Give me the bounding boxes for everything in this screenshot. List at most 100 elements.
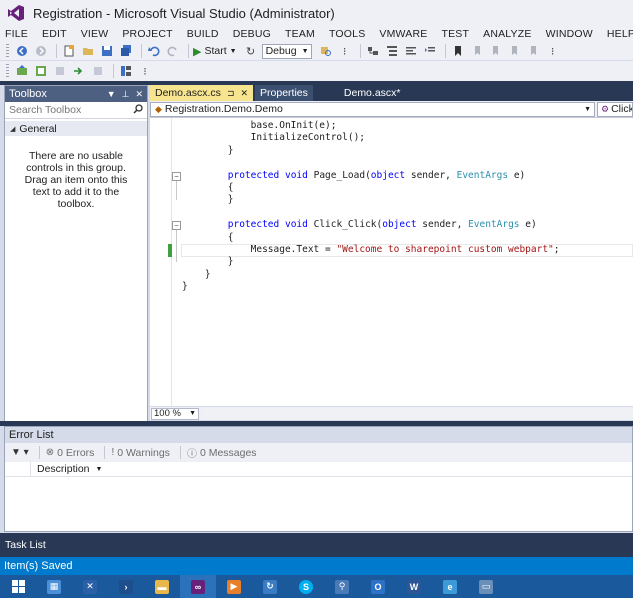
menu-tools[interactable]: TOOLS: [329, 28, 365, 40]
next-bookmark-icon[interactable]: [488, 43, 504, 59]
tab-task-list[interactable]: Task List: [0, 537, 51, 553]
column-description[interactable]: Description ▼: [31, 463, 102, 475]
close-icon[interactable]: ✕: [135, 89, 143, 100]
explorer-folder-icon[interactable]: ▬: [144, 575, 180, 598]
overflow-icon[interactable]: ⁝: [337, 43, 353, 59]
start-windows-icon[interactable]: [0, 575, 36, 598]
code-line[interactable]: Message.Text = "Welcome to sharepoint cu…: [182, 244, 560, 257]
menu-edit[interactable]: EDIT: [42, 28, 67, 40]
code-line[interactable]: {: [182, 232, 234, 245]
menu-project[interactable]: PROJECT: [122, 28, 172, 40]
toolbox-group-general[interactable]: ◢ General: [5, 121, 147, 136]
file-manager-icon[interactable]: ▦: [36, 575, 72, 598]
menu-help[interactable]: HELP: [607, 28, 633, 40]
menu-file[interactable]: FILE: [5, 28, 28, 40]
back-icon[interactable]: [14, 43, 30, 59]
code-line[interactable]: }: [182, 281, 188, 294]
menu-team[interactable]: TEAM: [285, 28, 315, 40]
solution-explorer-icon[interactable]: [365, 43, 381, 59]
step-icon[interactable]: [52, 63, 68, 79]
messages-filter-button[interactable]: ⓘ 0 Messages: [187, 445, 257, 461]
collapse-triangle-icon[interactable]: ◢: [10, 125, 15, 133]
class-view-icon[interactable]: [384, 43, 400, 59]
collapse-region-icon[interactable]: −: [172, 171, 181, 181]
toolbox-header[interactable]: Toolbox ▼ ⊥ ✕: [5, 86, 147, 102]
outlook-icon[interactable]: O: [360, 575, 396, 598]
word-icon[interactable]: W: [396, 575, 432, 598]
code-line[interactable]: InitializeControl();: [182, 132, 365, 145]
menu-vmware[interactable]: VMWARE: [379, 28, 427, 40]
run-icon[interactable]: [71, 63, 87, 79]
menu-test[interactable]: TEST: [441, 28, 469, 40]
errors-filter-button[interactable]: ⊗ 0 Errors: [46, 447, 95, 459]
refresh-icon[interactable]: ↻: [243, 43, 259, 59]
save-icon[interactable]: [99, 43, 115, 59]
menu-view[interactable]: VIEW: [81, 28, 109, 40]
solution-configuration-select[interactable]: Debug ▼: [261, 43, 312, 59]
tab-properties[interactable]: Properties: [255, 85, 313, 101]
horizontal-scrollbar[interactable]: [202, 407, 633, 420]
sync-icon[interactable]: ↻: [252, 575, 288, 598]
search-icon[interactable]: [133, 103, 143, 117]
skype-icon[interactable]: S: [288, 575, 324, 598]
code-line[interactable]: protected void Click_Click(object sender…: [182, 219, 537, 232]
code-line[interactable]: {: [182, 182, 234, 195]
menu-window[interactable]: WINDOW: [546, 28, 593, 40]
zoom-select[interactable]: 100 % ▼: [151, 407, 199, 420]
collapse-region-icon[interactable]: −: [172, 221, 181, 231]
toolbox-search-input[interactable]: Search Toolbox: [5, 102, 147, 119]
code-editor[interactable]: − − base.OnInit(e); InitializeControl(); …: [150, 118, 633, 406]
undo-icon[interactable]: [146, 43, 162, 59]
dropdown-icon[interactable]: ▼: [107, 89, 116, 100]
close-icon[interactable]: ✕: [240, 88, 248, 99]
code-line[interactable]: }: [182, 256, 234, 269]
chevron-down-icon[interactable]: ▼: [230, 48, 237, 55]
code-line[interactable]: }: [182, 194, 234, 207]
clear-bookmarks-icon[interactable]: [526, 43, 542, 59]
comment-icon[interactable]: [403, 43, 419, 59]
prev-bookmark-icon[interactable]: [469, 43, 485, 59]
pin-icon[interactable]: ⊥: [122, 89, 130, 100]
next-bookmark-folder-icon[interactable]: [507, 43, 523, 59]
pin-icon[interactable]: ⊐: [227, 88, 235, 99]
media-player-icon[interactable]: ▶: [216, 575, 252, 598]
type-dropdown[interactable]: ◆ Registration.Demo.Demo ▼: [150, 101, 595, 117]
remote-desktop-icon[interactable]: ▭: [468, 575, 504, 598]
tab-demo-ascx-cs[interactable]: Demo.ascx.cs ⊐ ✕: [150, 85, 254, 101]
warnings-filter-button[interactable]: ! 0 Warnings: [111, 447, 170, 459]
menu-build[interactable]: BUILD: [187, 28, 219, 40]
bookmark-icon[interactable]: [450, 43, 466, 59]
internet-explorer-icon[interactable]: e: [432, 575, 468, 598]
code-line[interactable]: }: [182, 145, 234, 158]
toolbar-grip[interactable]: [6, 64, 9, 78]
code-line[interactable]: base.OnInit(e);: [182, 120, 337, 133]
menu-analyze[interactable]: ANALYZE: [483, 28, 531, 40]
filter-icon[interactable]: ▼ ▾: [11, 447, 29, 458]
deploy-icon[interactable]: [33, 63, 49, 79]
publish-icon[interactable]: [14, 63, 30, 79]
server-manager-icon[interactable]: ✕: [72, 575, 108, 598]
code-line[interactable]: protected void Page_Load(object sender, …: [182, 170, 526, 183]
open-file-icon[interactable]: [80, 43, 96, 59]
powershell-icon[interactable]: ›: [108, 575, 144, 598]
column-icon[interactable]: [5, 461, 31, 477]
error-list-header[interactable]: Error List: [5, 427, 632, 443]
redo-icon[interactable]: [165, 43, 181, 59]
start-debugging-button[interactable]: ▶ Start ▼: [193, 45, 237, 58]
stop-icon[interactable]: [90, 63, 106, 79]
code-line[interactable]: }: [182, 269, 211, 282]
network-icon[interactable]: ⚲: [324, 575, 360, 598]
save-all-icon[interactable]: [118, 43, 134, 59]
visual-studio-taskbar-icon[interactable]: ∞: [180, 575, 216, 598]
overflow-icon[interactable]: ⁝: [137, 63, 153, 79]
tab-demo-ascx[interactable]: Demo.ascx*: [338, 85, 406, 101]
new-project-icon[interactable]: [61, 43, 77, 59]
layout-icon[interactable]: [118, 63, 134, 79]
indent-icon[interactable]: [422, 43, 438, 59]
toolbar-grip[interactable]: [6, 44, 9, 58]
member-dropdown[interactable]: ⚙ Click: [597, 101, 633, 117]
find-icon[interactable]: [318, 43, 334, 59]
forward-icon[interactable]: [33, 43, 49, 59]
overflow-icon[interactable]: ⁝: [545, 43, 561, 59]
menu-debug[interactable]: DEBUG: [233, 28, 271, 40]
